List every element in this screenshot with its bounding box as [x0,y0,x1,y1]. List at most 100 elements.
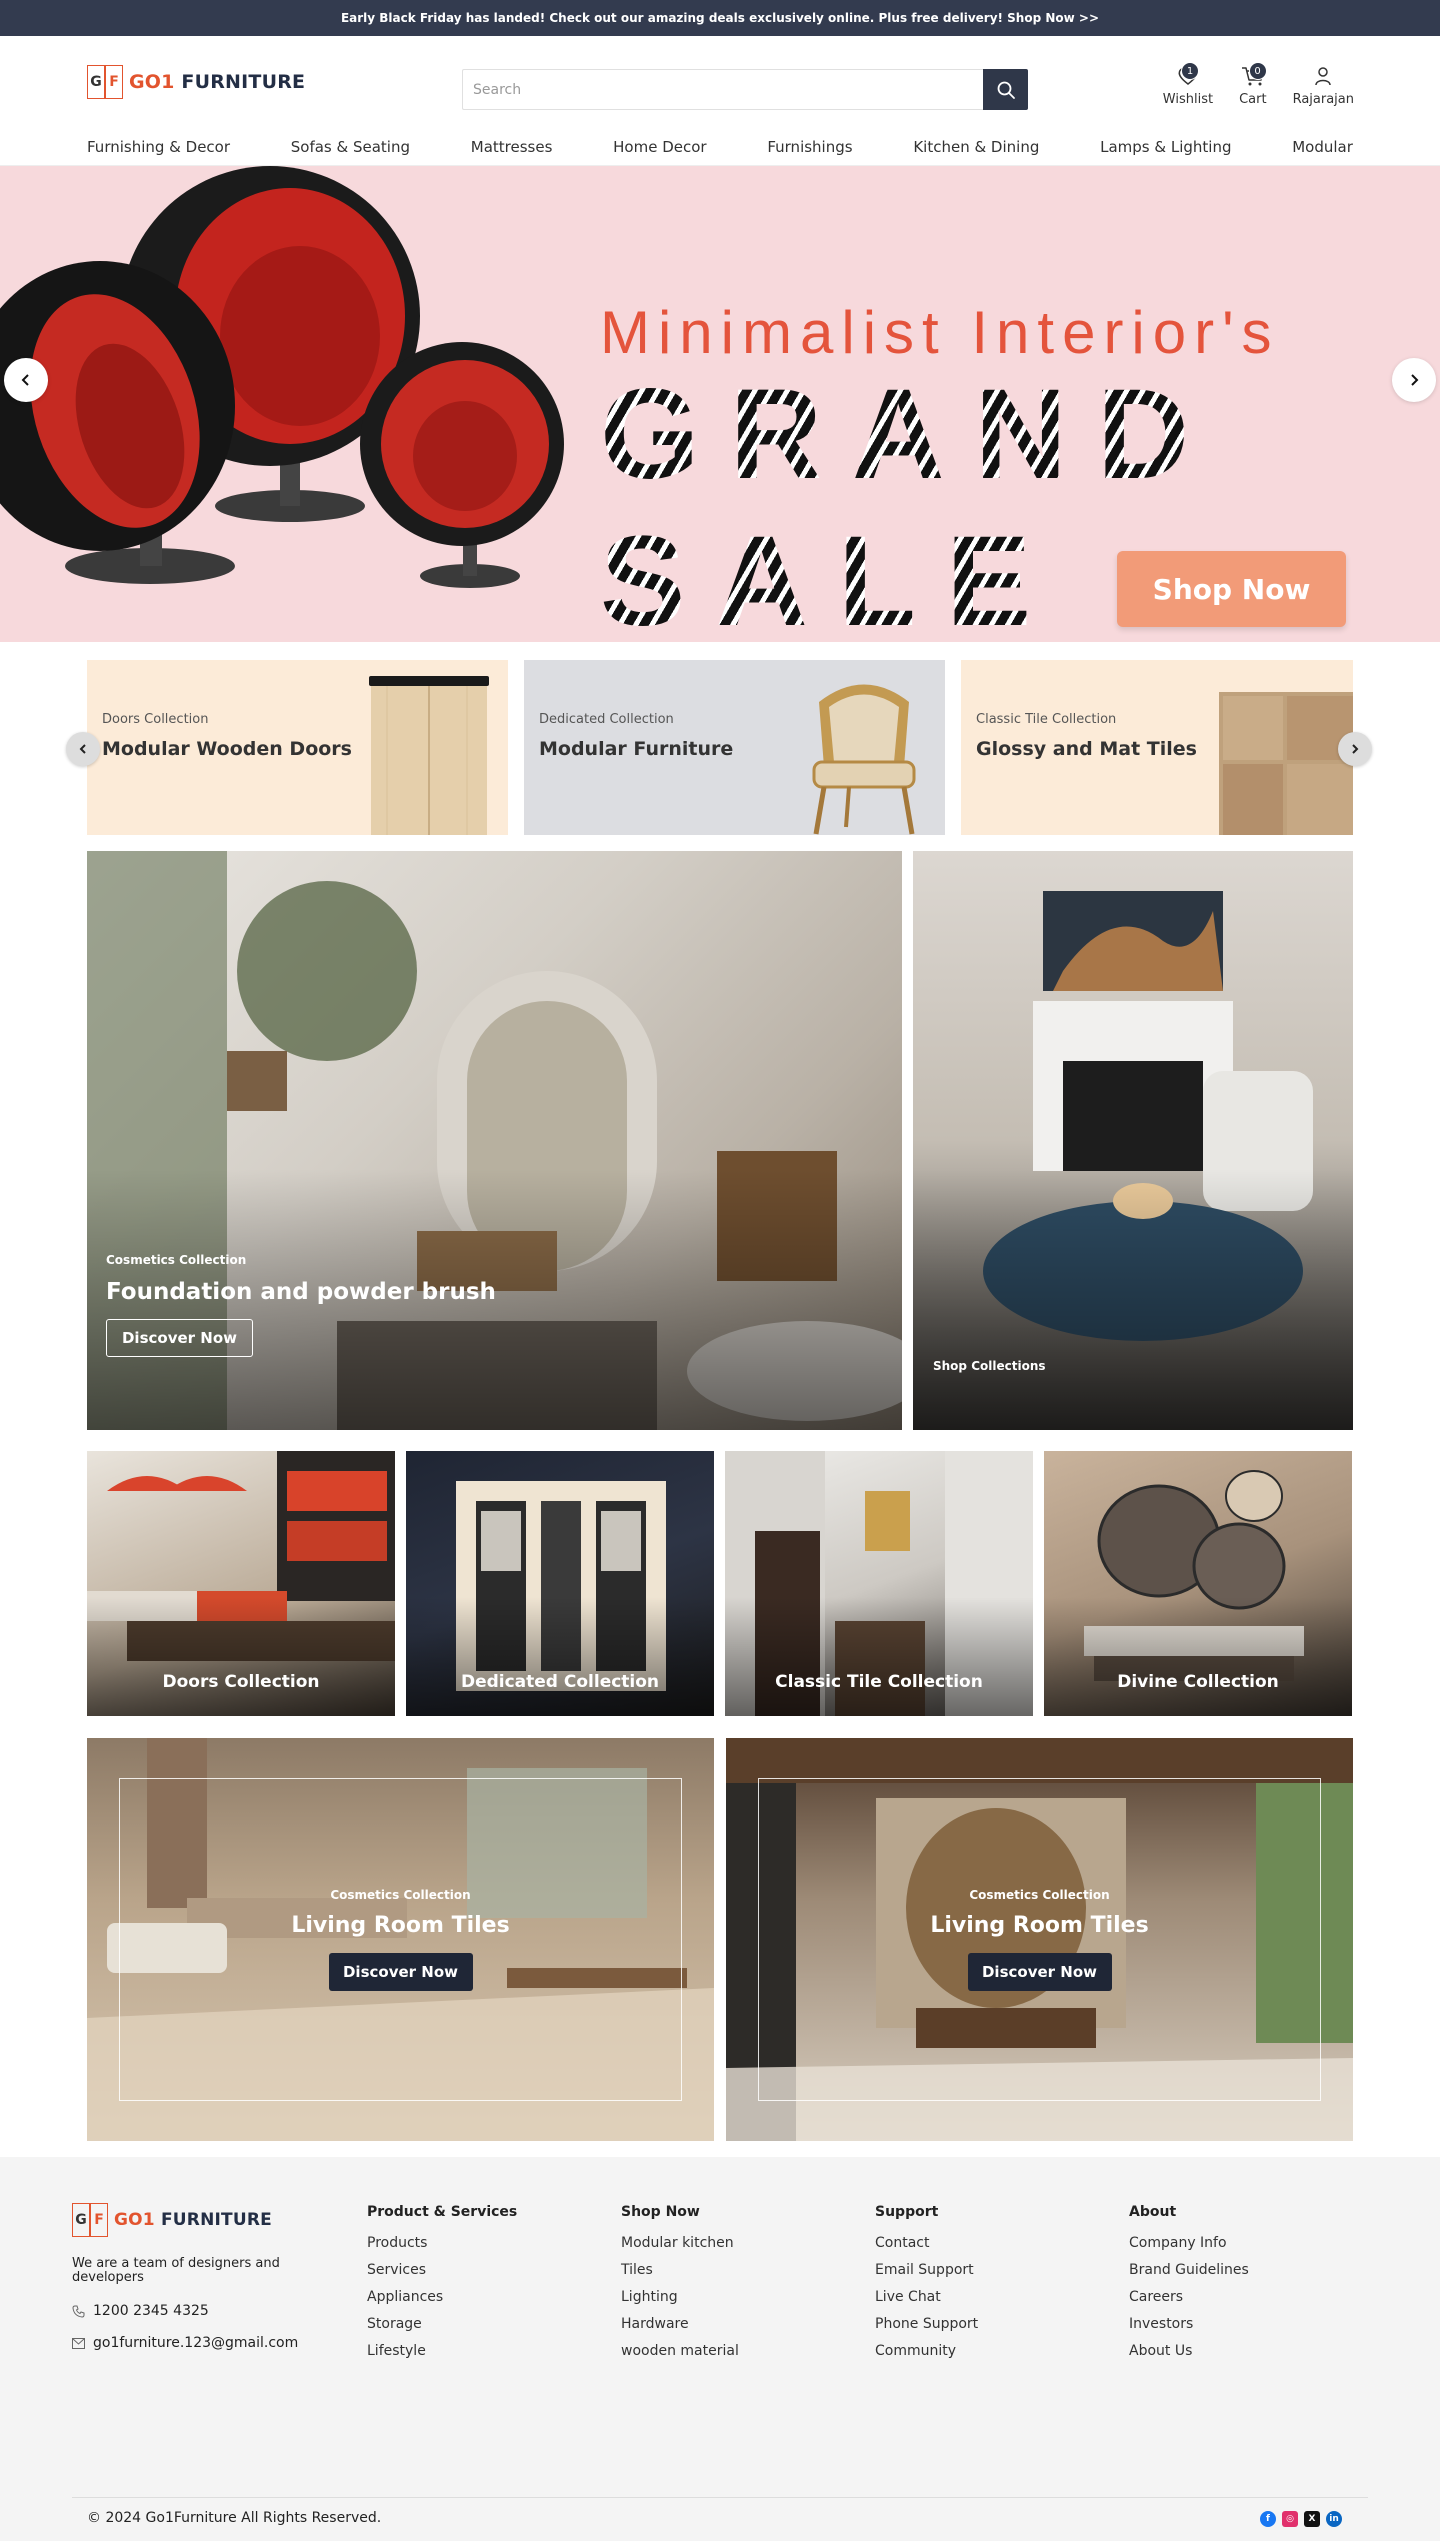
footer-link[interactable]: Brand Guidelines [1129,2262,1249,2278]
footer-link[interactable]: Contact [875,2235,978,2251]
wishlist-button[interactable]: 1 Wishlist [1163,52,1213,107]
collection-title: Glossy and Mat Tiles [976,738,1197,760]
logo-mark-left: G [87,65,105,99]
tile-card-title: Living Room Tiles [291,1913,510,1938]
wooden-door-image [369,676,489,835]
logo-wordmark: GO1 FURNITURE [129,71,305,93]
hero-banner[interactable]: Minimalist Interior's GRAND SALE Shop No… [0,166,1440,642]
decorative-frame [758,1778,1321,2101]
footer-phone[interactable]: 1200 2345 4325 [72,2303,209,2319]
linkedin-icon[interactable]: in [1326,2511,1342,2527]
tile-label: Divine Collection [1117,1672,1279,1692]
collection-card[interactable]: Classic Tile Collection Glossy and Mat T… [961,660,1353,835]
nav-item-lamps-lighting[interactable]: Lamps & Lighting [1100,128,1231,166]
footer-link[interactable]: Products [367,2235,517,2251]
footer-column-about: About Company Info Brand Guidelines Care… [1129,2204,1249,2370]
image-shade [725,1596,1033,1716]
footer-link[interactable]: wooden material [621,2343,739,2359]
discover-now-button[interactable]: Discover Now [106,1319,253,1357]
tile-sample-image [1219,692,1353,835]
cart-button[interactable]: 0 Cart [1239,52,1267,107]
brand-logo[interactable]: G F GO1 FURNITURE [87,65,305,99]
search-button[interactable] [983,69,1028,110]
footer-link[interactable]: Careers [1129,2289,1249,2305]
x-twitter-icon[interactable]: X [1304,2511,1320,2527]
collection-card[interactable]: Dedicated Collection Modular Furniture [524,660,945,835]
nav-item-home-decor[interactable]: Home Decor [613,128,706,166]
account-button[interactable]: Rajarajan [1293,52,1354,107]
living-room-tiles-card[interactable]: Cosmetics Collection Living Room Tiles D… [87,1738,714,2141]
image-shade [87,1596,395,1716]
discover-now-button[interactable]: Discover Now [328,1953,473,1991]
nav-item-kitchen-dining[interactable]: Kitchen & Dining [913,128,1039,166]
hero-subtitle: Minimalist Interior's [600,299,1280,366]
footer-link[interactable]: Phone Support [875,2316,978,2332]
tile-card-title: Living Room Tiles [930,1913,1149,1938]
tile-divine-collection[interactable]: Divine Collection [1044,1451,1352,1716]
user-icon [1315,67,1332,86]
collection-title: Modular Wooden Doors [102,738,352,760]
chevron-left-icon [21,374,29,386]
footer-email[interactable]: go1furniture.123@gmail.com [72,2335,298,2351]
footer-link[interactable]: Hardware [621,2316,739,2332]
announcement-bar[interactable]: Early Black Friday has landed! Check out… [0,0,1440,36]
feature-side-label[interactable]: Shop Collections [933,1359,1046,1373]
feature-title: Foundation and powder brush [106,1279,496,1305]
footer-link[interactable]: Live Chat [875,2289,978,2305]
living-room-tiles-card[interactable]: Cosmetics Collection Living Room Tiles D… [726,1738,1353,2141]
footer-link[interactable]: Appliances [367,2289,517,2305]
footer-link[interactable]: Investors [1129,2316,1249,2332]
logo-word-accent: GO1 [129,71,175,93]
shop-now-button[interactable]: Shop Now [1117,551,1346,627]
search-input[interactable] [462,69,983,110]
tile-card-kicker: Cosmetics Collection [330,1888,471,1902]
instagram-icon[interactable]: ◎ [1282,2511,1298,2527]
logo-wordmark: GO1 FURNITURE [114,2210,272,2230]
collection-card[interactable]: Doors Collection Modular Wooden Doors [87,660,508,835]
nav-item-mattresses[interactable]: Mattresses [471,128,553,166]
footer-link[interactable]: About Us [1129,2343,1249,2359]
image-shade [1044,1596,1352,1716]
footer-link[interactable]: Tiles [621,2262,739,2278]
footer-column-heading: About [1129,2204,1177,2220]
feature-living-room[interactable]: Cosmetics Collection Foundation and powd… [87,851,902,1430]
collection-kicker: Dedicated Collection [539,712,674,727]
footer-link[interactable]: Storage [367,2316,517,2332]
discover-now-button[interactable]: Discover Now [967,1953,1112,1991]
tile-doors-collection[interactable]: Doors Collection [87,1451,395,1716]
facebook-icon[interactable]: f [1260,2511,1276,2527]
footer-link[interactable]: Lifestyle [367,2343,517,2359]
nav-item-furnishings[interactable]: Furnishings [767,128,852,166]
category-nav: Furnishing & Decor Sofas & Seating Mattr… [0,128,1440,166]
tile-dedicated-collection[interactable]: Dedicated Collection [406,1451,714,1716]
armchair-image [812,684,916,835]
footer-about-text: We are a team of designers and developer… [72,2256,280,2286]
collection-prev-button[interactable] [66,732,100,766]
announcement-text[interactable]: Early Black Friday has landed! Check out… [341,11,1099,25]
footer-logo[interactable]: G F GO1 FURNITURE [72,2203,272,2237]
footer-link[interactable]: Community [875,2343,978,2359]
chevron-left-icon [79,744,86,754]
tile-classic-tile-collection[interactable]: Classic Tile Collection [725,1451,1033,1716]
nav-item-sofas-seating[interactable]: Sofas & Seating [291,128,410,166]
footer-link[interactable]: Lighting [621,2289,739,2305]
footer-link[interactable]: Email Support [875,2262,978,2278]
feature-shop-collections[interactable]: Shop Collections [913,851,1353,1430]
nav-item-furnishing-decor[interactable]: Furnishing & Decor [87,128,230,166]
nav-item-modular[interactable]: Modular [1292,128,1353,166]
collection-next-button[interactable] [1338,732,1372,766]
footer-link[interactable]: Modular kitchen [621,2235,739,2251]
social-links: f ◎ X in [1260,2511,1342,2527]
chevron-right-icon [1411,374,1419,386]
logo-word-accent: GO1 [114,2210,155,2230]
logo-mark: G F [87,65,123,99]
decorative-frame [119,1778,682,2101]
cart-count-badge: 0 [1248,62,1267,80]
footer-link[interactable]: Services [367,2262,517,2278]
footer-link[interactable]: Company Info [1129,2235,1249,2251]
collection-kicker: Doors Collection [102,712,209,727]
site-footer: G F GO1 FURNITURE We are a team of desig… [0,2157,1440,2541]
footer-column-product-services: Product & Services Products Services App… [367,2204,517,2370]
hero-next-button[interactable] [1392,358,1436,402]
hero-prev-button[interactable] [4,358,48,402]
